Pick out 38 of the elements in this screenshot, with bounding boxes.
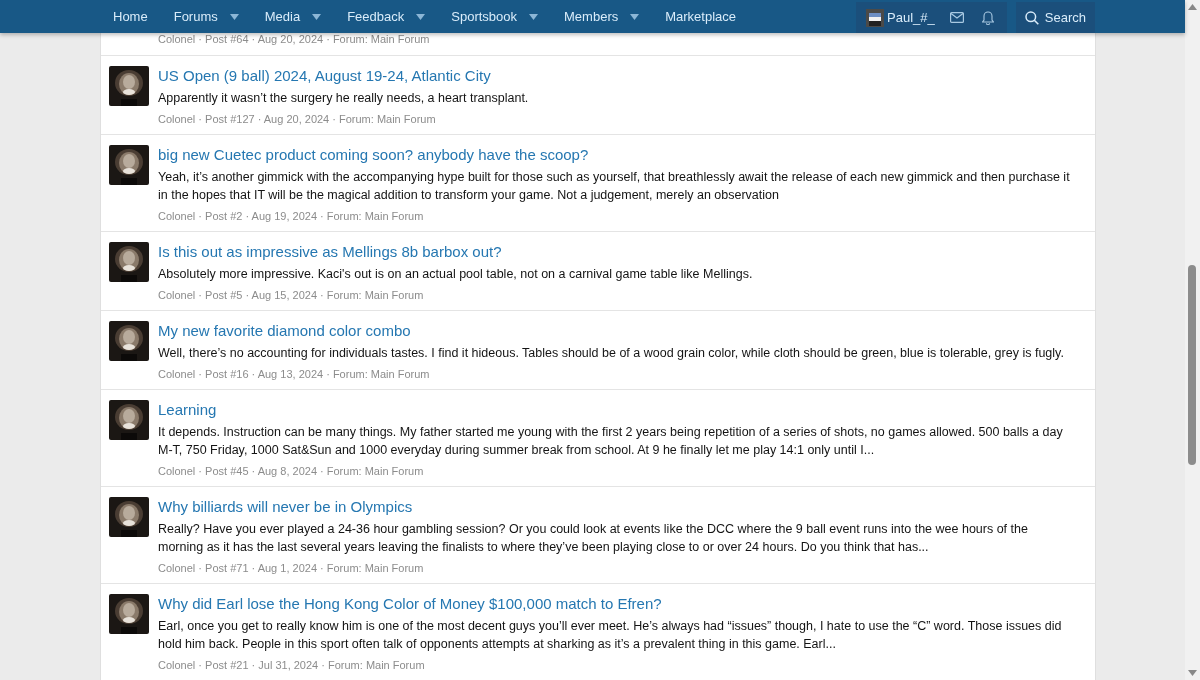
post-meta: Colonel · Post #21 · Jul 31, 2024 · Forum: Main Forum xyxy=(158,658,425,672)
result-title-link[interactable]: Is this out as impressive as Mellings 8b barbox out? xyxy=(158,242,502,262)
post-meta: Colonel · Post #127 · Aug 20, 2024 · Forum: Main Forum xyxy=(158,112,436,126)
post-meta: Colonel · Post #64 · Aug 20, 2024 · Forum: Main Forum xyxy=(158,32,430,46)
result-snippet: Earl, once you get to really know him is one of the most decent guys you’ll ever meet. He’s always had “issues” though, I hate to use the “C” word. Those issues did hold him back. People in this sport often talk of opponents attempts at sharking as it’s a prevalent thing in this game. Earl... xyxy=(158,618,1063,653)
scrollbar-thumb[interactable] xyxy=(1188,265,1196,465)
nav-link[interactable]: Forums xyxy=(161,0,251,33)
result-title-link[interactable]: Learning xyxy=(158,400,217,420)
nav-link[interactable]: Feedback xyxy=(335,0,438,33)
nav-link[interactable]: Home xyxy=(101,0,160,33)
result-snippet: Really? Have you ever played a 24-36 hour gambling session? Or you could look at events like the DCC where the 9 ball event runs into the wee hours of the morning as it has the last several years leaving the finalists to where they’ve been playing close to or over 24 hours. Do you think that has... xyxy=(158,521,1029,556)
nav-link[interactable]: Members xyxy=(552,0,652,33)
result-snippet: Absolutely more impressive. Kaci's out is on an actual pool table, not on a carnival game table like Mellings. xyxy=(158,266,754,283)
post-meta: Colonel · Post #16 · Aug 13, 2024 · Forum: Main Forum xyxy=(158,367,430,381)
scroll-down-icon xyxy=(1188,670,1197,676)
result-title-link[interactable]: big new Cuetec product coming soon? anybody have the scoop? xyxy=(158,145,589,165)
result-snippet: Apparently it wasn’t the surgery he really needs, a heart transplant. xyxy=(158,90,530,107)
bell-icon xyxy=(981,10,994,25)
result-title-link[interactable]: Why billiards will never be in Olympics xyxy=(158,497,413,517)
nav-link[interactable]: Sportsbook xyxy=(439,0,551,33)
post-meta: Colonel · Post #2 · Aug 19, 2024 · Forum: Main Forum xyxy=(158,209,424,223)
nav-link[interactable]: Media xyxy=(252,0,334,33)
result-title-link[interactable]: Why did Earl lose the Hong Kong Color of Money $100,000 match to Efren? xyxy=(158,594,662,614)
result-title-link[interactable]: US Open (9 ball) 2024, August 19-24, Atlantic City xyxy=(158,66,491,86)
result-snippet: Yeah, it’s another gimmick with the accompanying hype built for those such as yourself, that breathlessly await the release of each new gimmick and then purchase it in the hopes that IT will be the magical addition to transform your game. Not a judgement, merely an observation xyxy=(158,169,1071,204)
search-icon xyxy=(1024,10,1039,25)
envelope-icon xyxy=(949,12,964,23)
nav-link[interactable]: Marketplace xyxy=(653,0,749,33)
result-title-link[interactable]: My new favorite diamond color combo xyxy=(158,321,411,341)
post-meta: Colonel · Post #5 · Aug 15, 2024 · Forum: Main Forum xyxy=(158,288,424,302)
scrollbar[interactable] xyxy=(1185,0,1200,680)
result-snippet: It depends. Instruction can be many things. My father started me young with the first 2 years being repetition of a series of shots, no games allowed. 500 balls a day M-T, 750 Friday, 1000 Sat&Sun and 1000 everyday during summer break from school. At 9 he finally let me play 14:1 only until I... xyxy=(158,424,1064,459)
post-meta: Colonel · Post #71 · Aug 1, 2024 · Forum: Main Forum xyxy=(158,561,424,575)
post-meta: Colonel · Post #45 · Aug 8, 2024 · Forum: Main Forum xyxy=(158,464,424,478)
result-snippet: Well, there’s no accounting for individuals tastes. I find it hideous. Tables should be of a wood grain color, while cloth should be green, blue is tolerable, grey is fugly. xyxy=(158,345,1065,362)
user-menu-link[interactable]: Paul_#_ xyxy=(860,8,941,27)
search-button[interactable]: Search xyxy=(1015,2,1095,33)
scroll-up-icon xyxy=(1188,4,1197,10)
